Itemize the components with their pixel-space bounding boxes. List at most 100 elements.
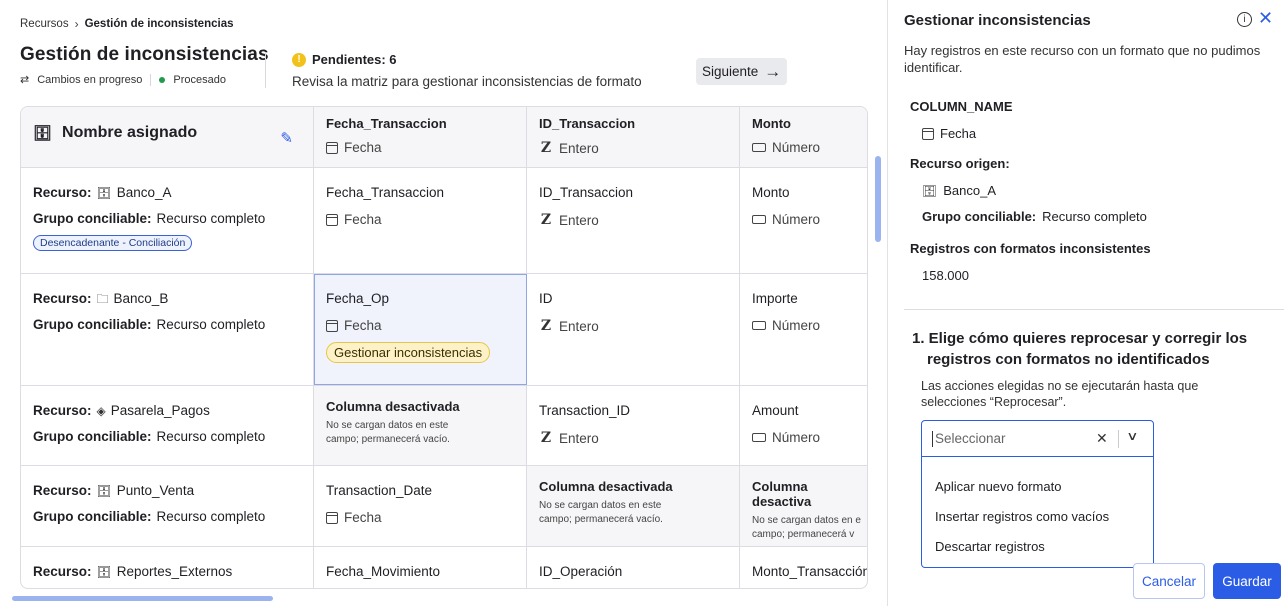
mapping-cell[interactable]: Monto Número [740, 168, 867, 273]
manage-inconsistencies-button[interactable]: Gestionar inconsistencias [326, 342, 491, 363]
disabled-desc: No se cargan datos en e [752, 515, 861, 526]
column-type: Entero [559, 212, 599, 228]
disabled-desc: campo; permanecerá v [752, 529, 855, 540]
resource-name: Banco_A [116, 185, 172, 200]
resource-label: Recurso: [33, 403, 92, 418]
mapping-cell[interactable]: Transaction_ID Z Entero [527, 386, 740, 465]
vertical-scrollbar[interactable] [875, 156, 881, 242]
edit-icon[interactable]: ✎ [280, 129, 293, 147]
database-icon: 🗄 [33, 125, 53, 142]
resource-cell: Recurso: 🗄 Banco_A Grupo conciliable: Recur… [21, 168, 314, 273]
column-type: Número [772, 140, 821, 155]
table-row: Recurso: 🗄 Reportes_Externos Fecha_Movimie… [21, 547, 867, 588]
column-type: Entero [559, 140, 599, 156]
disabled-desc: No se cargan datos en este [539, 500, 662, 511]
info-icon[interactable]: i [1237, 12, 1252, 27]
header-column: ID_Transaccion Z Entero [527, 107, 740, 167]
column-name: ID_Operación [539, 564, 623, 579]
database-icon: 🗄 [96, 565, 112, 579]
column-type: Entero [559, 430, 599, 446]
column-name: Monto [752, 116, 791, 131]
close-icon[interactable]: ✕ [1258, 8, 1273, 29]
mapping-cell[interactable]: ID_Transaccion Z Entero [527, 168, 740, 273]
column-name: ID_Transaccion [539, 185, 634, 200]
integer-icon: Z [540, 430, 552, 446]
column-name: Fecha_Transaccion [326, 185, 445, 200]
mapping-cell[interactable]: Importe Número [740, 274, 867, 385]
disabled-column-cell: Columna desactivada No se cargan datos e… [527, 466, 740, 546]
disabled-title: Columna desactivada [326, 399, 460, 414]
resource-name: Banco_B [113, 291, 169, 306]
column-name: Transaction_Date [326, 483, 433, 498]
trigger-badge: Desencadenante - Conciliación [33, 235, 193, 251]
select-placeholder: Seleccionar [935, 431, 1006, 446]
column-type: Fecha [344, 510, 382, 525]
resource-cell: Recurso: 🗀 Banco_B Grupo conciliable: Recur… [21, 274, 314, 385]
divider [265, 52, 266, 88]
mapping-cell[interactable]: Amount Número [740, 386, 867, 465]
group-value: Recurso completo [156, 317, 266, 332]
group-value: Recurso completo [1042, 209, 1147, 224]
action-select[interactable]: Seleccionar ✕ ∨ [921, 420, 1154, 457]
number-icon [752, 433, 766, 442]
mapping-cell[interactable]: Transaction_Date Fecha [314, 466, 527, 546]
clear-icon[interactable]: ✕ [1096, 430, 1108, 447]
text-cursor [932, 430, 933, 447]
integer-icon: Z [540, 212, 552, 228]
mapping-cell-selected[interactable]: Fecha_Op Fecha Gestionar inconsistencias [314, 274, 527, 385]
next-button[interactable]: Siguiente → [696, 58, 788, 85]
menu-item-apply-format[interactable]: Aplicar nuevo formato [922, 471, 1153, 501]
column-name: Transaction_ID [539, 403, 631, 418]
mapping-cell[interactable]: Fecha_Transaccion Fecha [314, 168, 527, 273]
column-name: Importe [752, 291, 798, 306]
mapping-cell[interactable]: Monto_Transacción [740, 547, 867, 588]
resource-name: Punto_Venta [116, 483, 195, 498]
column-type: Fecha [344, 318, 382, 333]
origin-value-text: Banco_A [943, 183, 996, 198]
next-button-label: Siguiente [702, 64, 759, 79]
cancel-button[interactable]: Cancelar [1133, 563, 1205, 599]
resource-label: Recurso: [33, 564, 92, 579]
panel-title: Gestionar inconsistencias [904, 12, 1091, 29]
menu-item-insert-empty[interactable]: Insertar registros como vacíos [922, 501, 1153, 531]
column-name: Monto [752, 185, 790, 200]
status-processed: Procesado [173, 73, 226, 86]
column-label: COLUMN_NAME [910, 99, 1013, 114]
column-name: Amount [752, 403, 799, 418]
header-column: Monto Número [740, 107, 867, 167]
table-row: Recurso: ◈ Pasarela_Pagos Grupo conciliabl… [21, 386, 867, 466]
step-description: Las acciones elegidas no se ejecutarán h… [921, 379, 1199, 409]
column-type: Fecha [344, 140, 382, 155]
panel-description: Hay registros en este recurso con un for… [904, 43, 1261, 75]
mapping-cell[interactable]: Fecha_Movimiento [314, 547, 527, 588]
group-value: Recurso completo [156, 211, 266, 226]
table-row: Recurso: 🗄 Banco_A Grupo conciliable: Recur… [21, 168, 867, 274]
header-column: Fecha_Transaccion Fecha [314, 107, 527, 167]
column-type: Número [772, 430, 821, 445]
save-button[interactable]: Guardar [1213, 563, 1281, 599]
calendar-icon [326, 141, 338, 154]
number-icon [752, 321, 766, 330]
column-name: Fecha_Movimiento [326, 564, 441, 579]
column-type: Fecha [344, 212, 382, 227]
arrow-right-icon: → [764, 61, 782, 81]
horizontal-scrollbar[interactable] [12, 596, 273, 601]
number-icon [752, 143, 766, 152]
column-name: Fecha_Transaccion [326, 116, 447, 131]
divider [150, 73, 152, 86]
chevron-down-icon[interactable]: ∨ [1126, 429, 1138, 443]
mapping-cell[interactable]: ID_Operación [527, 547, 740, 588]
menu-item-discard[interactable]: Descartar registros [922, 531, 1153, 561]
breadcrumb-root[interactable]: Recursos [20, 18, 69, 30]
calendar-icon [326, 213, 338, 226]
column-type: Entero [559, 318, 599, 334]
resource-name: Reportes_Externos [116, 564, 233, 579]
status-changes: Cambios en progreso [37, 73, 143, 86]
origin-label: Recurso origen: [910, 156, 1010, 171]
group-value: Recurso completo [156, 429, 266, 444]
pending-count: ! Pendientes: 6 [292, 52, 397, 67]
table-row: Recurso: 🗄 Punto_Venta Grupo conciliable: R… [21, 466, 867, 547]
pending-label: Pendientes: 6 [312, 52, 397, 67]
mapping-cell[interactable]: ID Z Entero [527, 274, 740, 385]
disabled-column-cell: Columna desactivada No se cargan datos e… [314, 386, 527, 465]
